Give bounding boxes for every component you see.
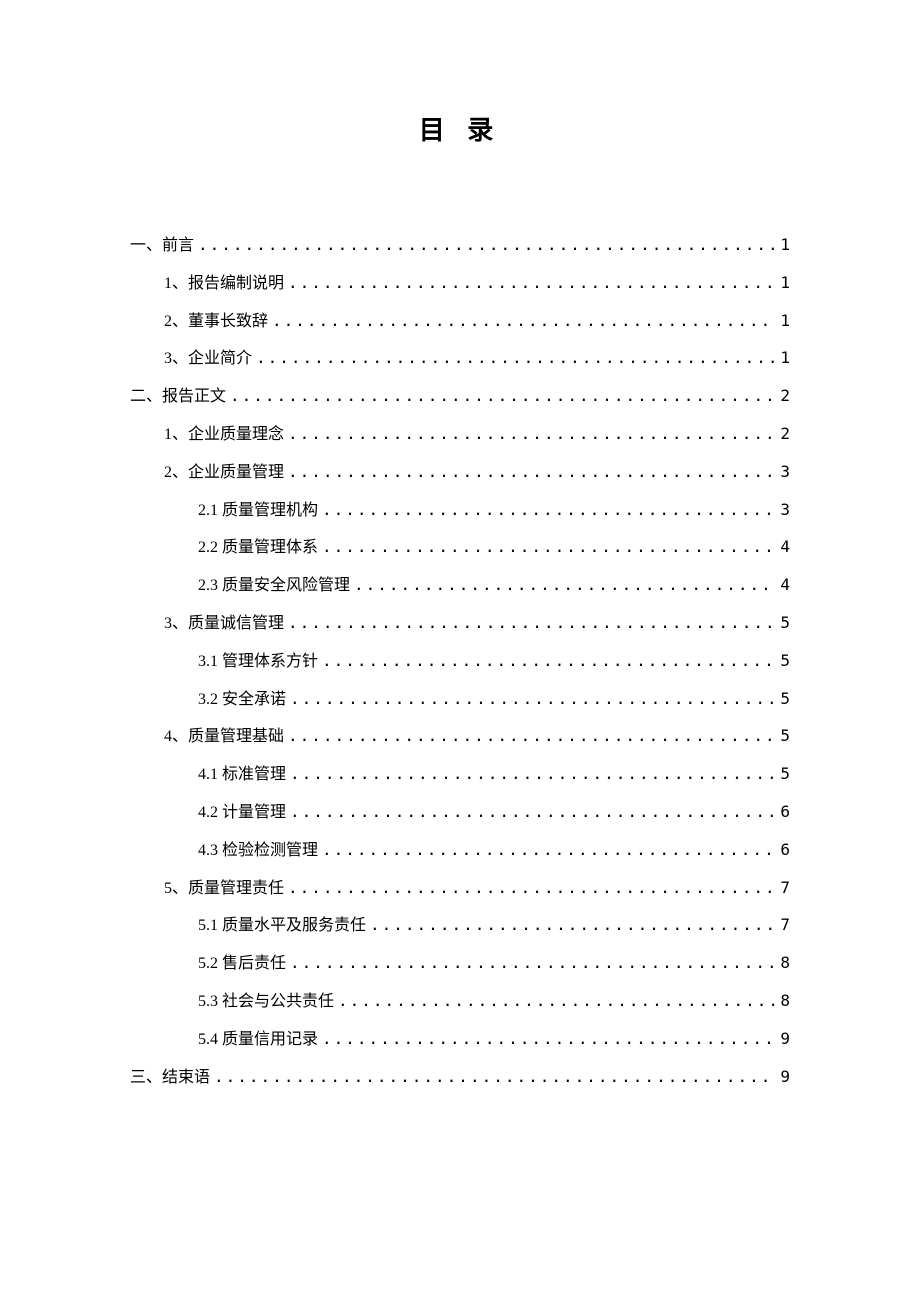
toc-entry-label: 5、质量管理责任 bbox=[164, 871, 284, 908]
toc-entry-label: 3.2 安全承诺 bbox=[198, 682, 286, 719]
toc-entry-page: 3 bbox=[780, 454, 790, 491]
toc-entry-label: 5.3 社会与公共责任 bbox=[198, 984, 334, 1021]
toc-dot-leader bbox=[288, 605, 776, 642]
toc-entry-label: 2、企业质量管理 bbox=[164, 455, 284, 492]
toc-dot-leader bbox=[256, 340, 776, 377]
toc-entry-page: 7 bbox=[780, 907, 790, 944]
toc-dot-leader bbox=[214, 1059, 776, 1096]
toc-entry-page: 8 bbox=[780, 945, 790, 982]
toc-entry-page: 1 bbox=[780, 265, 790, 302]
toc-entry-label: 3.1 管理体系方针 bbox=[198, 644, 318, 681]
toc-entry-page: 5 bbox=[780, 756, 790, 793]
toc-entry-page: 5 bbox=[780, 605, 790, 642]
toc-entry-page: 5 bbox=[780, 681, 790, 718]
toc-entry-label: 二、报告正文 bbox=[130, 379, 226, 416]
toc-entry-label: 三、结束语 bbox=[130, 1060, 210, 1097]
toc-dot-leader bbox=[230, 378, 776, 415]
toc-entry-page: 3 bbox=[780, 492, 790, 529]
toc-entry: 3、企业简介 1 bbox=[130, 340, 790, 378]
toc-entry: 2、董事长致辞 1 bbox=[130, 303, 790, 341]
toc-entry-label: 2.2 质量管理体系 bbox=[198, 530, 318, 567]
toc-entry: 4.2 计量管理 6 bbox=[130, 794, 790, 832]
toc-dot-leader bbox=[338, 983, 776, 1020]
toc-entry-label: 2、董事长致辞 bbox=[164, 304, 268, 341]
toc-entry: 5.1 质量水平及服务责任 7 bbox=[130, 907, 790, 945]
toc-entry: 5、质量管理责任 7 bbox=[130, 870, 790, 908]
toc-dot-leader bbox=[322, 643, 776, 680]
toc-entry: 3.1 管理体系方针 5 bbox=[130, 643, 790, 681]
toc-entry: 三、结束语 9 bbox=[130, 1059, 790, 1097]
toc-title: 目 录 bbox=[130, 110, 790, 147]
toc-dot-leader bbox=[290, 756, 776, 793]
toc-entry: 1、报告编制说明 1 bbox=[130, 265, 790, 303]
toc-entry-page: 6 bbox=[780, 832, 790, 869]
toc-entry-page: 5 bbox=[780, 718, 790, 755]
toc-entry: 5.2 售后责任 8 bbox=[130, 945, 790, 983]
toc-entry: 2.3 质量安全风险管理 4 bbox=[130, 567, 790, 605]
toc-entry-page: 9 bbox=[780, 1059, 790, 1096]
toc-dot-leader bbox=[322, 492, 776, 529]
toc-entry-page: 2 bbox=[780, 416, 790, 453]
toc-entry-label: 3、企业简介 bbox=[164, 341, 252, 378]
toc-entry: 1、企业质量理念 2 bbox=[130, 416, 790, 454]
toc-entry-page: 4 bbox=[780, 567, 790, 604]
toc-entry-label: 4.1 标准管理 bbox=[198, 757, 286, 794]
toc-entry: 5.4 质量信用记录 9 bbox=[130, 1021, 790, 1059]
toc-entry-page: 7 bbox=[780, 870, 790, 907]
toc-entry-label: 一、前言 bbox=[130, 228, 194, 265]
toc-entry-label: 1、报告编制说明 bbox=[164, 266, 284, 303]
toc-list: 一、前言11、报告编制说明 12、董事长致辞 13、企业简介 1二、报告正文21… bbox=[130, 227, 790, 1096]
toc-entry: 4、质量管理基础 5 bbox=[130, 718, 790, 756]
toc-entry: 一、前言 1 bbox=[130, 227, 790, 265]
toc-entry-page: 2 bbox=[780, 378, 790, 415]
toc-entry: 3、质量诚信管理 5 bbox=[130, 605, 790, 643]
toc-dot-leader bbox=[354, 567, 776, 604]
toc-dot-leader bbox=[290, 945, 776, 982]
toc-entry: 4.3 检验检测管理 6 bbox=[130, 832, 790, 870]
toc-entry-label: 3、质量诚信管理 bbox=[164, 606, 284, 643]
toc-entry-page: 4 bbox=[780, 529, 790, 566]
toc-dot-leader bbox=[288, 265, 776, 302]
toc-entry: 2、企业质量管理 3 bbox=[130, 454, 790, 492]
toc-dot-leader bbox=[272, 303, 776, 340]
toc-entry-label: 4.2 计量管理 bbox=[198, 795, 286, 832]
toc-dot-leader bbox=[288, 718, 776, 755]
toc-dot-leader bbox=[288, 416, 776, 453]
toc-dot-leader bbox=[288, 870, 776, 907]
toc-entry: 4.1 标准管理 5 bbox=[130, 756, 790, 794]
toc-entry-label: 4、质量管理基础 bbox=[164, 719, 284, 756]
toc-entry-label: 1、企业质量理念 bbox=[164, 417, 284, 454]
toc-dot-leader bbox=[288, 454, 776, 491]
toc-entry-label: 2.3 质量安全风险管理 bbox=[198, 568, 350, 605]
toc-dot-leader bbox=[370, 907, 776, 944]
toc-entry-page: 1 bbox=[780, 303, 790, 340]
toc-entry-label: 2.1 质量管理机构 bbox=[198, 493, 318, 530]
toc-entry: 3.2 安全承诺 5 bbox=[130, 681, 790, 719]
toc-entry: 2.2 质量管理体系 4 bbox=[130, 529, 790, 567]
toc-entry: 2.1 质量管理机构 3 bbox=[130, 492, 790, 530]
toc-dot-leader bbox=[322, 1021, 776, 1058]
toc-entry-page: 6 bbox=[780, 794, 790, 831]
toc-dot-leader bbox=[290, 794, 776, 831]
toc-entry-label: 5.1 质量水平及服务责任 bbox=[198, 908, 366, 945]
toc-dot-leader bbox=[322, 832, 776, 869]
toc-entry-label: 4.3 检验检测管理 bbox=[198, 833, 318, 870]
toc-entry: 二、报告正文 2 bbox=[130, 378, 790, 416]
toc-entry-label: 5.4 质量信用记录 bbox=[198, 1022, 318, 1059]
toc-dot-leader bbox=[290, 681, 776, 718]
toc-dot-leader bbox=[198, 227, 776, 264]
toc-entry-page: 1 bbox=[780, 340, 790, 377]
toc-entry-page: 1 bbox=[780, 227, 790, 264]
toc-entry-page: 8 bbox=[780, 983, 790, 1020]
toc-entry-label: 5.2 售后责任 bbox=[198, 946, 286, 983]
toc-entry-page: 9 bbox=[780, 1021, 790, 1058]
toc-entry: 5.3 社会与公共责任 8 bbox=[130, 983, 790, 1021]
toc-dot-leader bbox=[322, 529, 776, 566]
toc-entry-page: 5 bbox=[780, 643, 790, 680]
